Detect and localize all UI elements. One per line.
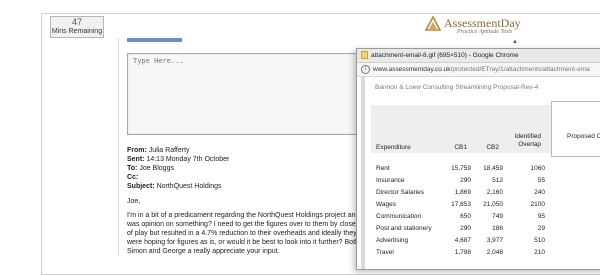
attachment-sheet: Bannon & Loew Consulting Streamlining Pr…	[365, 77, 600, 269]
cell-cb1: 15,759	[451, 165, 471, 172]
assessmentday-logo: AssessmentDay Practice Aptitude Tests	[425, 15, 525, 37]
from-label: From:	[127, 147, 147, 154]
cell-expenditure: Travel	[376, 249, 394, 256]
cell-expenditure: Insurance	[376, 177, 405, 184]
popup-title-bar[interactable]: attachment-email-8.gif (695×510) - Googl…	[357, 49, 600, 63]
cell-cb1: 1,798	[454, 249, 471, 256]
table-row: Insurance 290 512 55	[371, 175, 600, 187]
email-paragraph: I'm in a bit of a predicament regarding …	[127, 212, 360, 255]
email-greeting: Joe,	[127, 198, 141, 205]
col-expenditure: Expenditure	[376, 144, 411, 151]
to-label: To:	[127, 165, 138, 172]
cell-expenditure: Post and stationery	[376, 225, 432, 232]
col-cb2: CB2	[486, 144, 499, 151]
cell-cb1: 17,853	[451, 201, 471, 208]
table-row: Communication 650 749 95	[371, 211, 600, 223]
table-row: Post and stationery 290 186 29	[371, 223, 600, 235]
table-header-highlight	[551, 101, 600, 157]
active-tab-indicator[interactable]	[127, 38, 182, 42]
cell-overlap: 240	[534, 189, 545, 196]
col-identified-overlap: Identified Overlap	[514, 133, 541, 148]
cell-expenditure: Rent	[376, 165, 390, 172]
to-value: Joe Bloggs	[139, 165, 174, 172]
logo-pyramid-icon	[425, 16, 441, 31]
from-value: Julia Rafferty	[148, 147, 190, 154]
url-path: /protected/ETray/1/attachments/attachmen…	[450, 66, 590, 73]
cell-overlap: 2100	[530, 201, 545, 208]
timer-label: Mins Remaining	[51, 28, 103, 35]
cell-expenditure: Wages	[376, 201, 396, 208]
logo-tagline: Practice Aptitude Tests	[457, 29, 513, 35]
subject-value: NorthQuest Holdings	[156, 183, 222, 190]
cell-cb2: 512	[492, 177, 503, 184]
cell-cb1: 1,869	[454, 189, 471, 196]
cell-cb2: 21,050	[483, 201, 503, 208]
cell-expenditure: Advertising	[376, 237, 409, 244]
email-body: Joe, I'm in a bit of a predicament regar…	[127, 197, 362, 261]
cell-overlap: 55	[537, 177, 545, 184]
email-header: From: Julia Rafferty Sent: 14:13 Monday …	[127, 146, 367, 191]
col-cb1: CB1	[454, 144, 467, 151]
table-row: Advertising 4,687 3,977 510	[371, 235, 600, 247]
file-icon	[361, 51, 368, 60]
scroll-up-icon[interactable]: ▲	[511, 38, 519, 46]
timer-value: 47	[71, 17, 82, 27]
url-host: www.assessmentday.co.uk	[373, 66, 451, 73]
popup-address-bar[interactable]: i www.assessmentday.co.uk/protected/ETray…	[357, 63, 600, 77]
table-row: Wages 17,853 21,050 2100	[371, 199, 600, 211]
cell-overlap: 510	[534, 237, 545, 244]
table-row: Rent 15,759 18,459 1060	[371, 163, 600, 175]
sent-value: 14:13 Monday 7th October	[146, 156, 230, 163]
timer-badge: 47 Mins Remaining	[50, 16, 104, 38]
cell-cb1: 290	[460, 225, 471, 232]
cell-cb2: 186	[492, 225, 503, 232]
cell-cb2: 18,459	[483, 165, 503, 172]
cell-cb1: 650	[460, 213, 471, 220]
content-divider	[118, 38, 119, 256]
cell-cb1: 290	[460, 177, 471, 184]
doc-title: Bannon & Loew Consulting Streamlining Pr…	[375, 84, 539, 91]
popup-title-text: attachment-email-8.gif (695×510) - Googl…	[371, 52, 519, 59]
cell-overlap: 29	[537, 225, 545, 232]
cell-expenditure: Communication	[376, 213, 422, 220]
attachment-image: Bannon & Loew Consulting Streamlining Pr…	[361, 77, 600, 269]
cell-overlap: 95	[537, 213, 545, 220]
cell-cb2: 2,160	[486, 189, 503, 196]
cc-label: Cc:	[127, 174, 139, 181]
info-icon[interactable]: i	[361, 64, 370, 74]
cell-overlap: 210	[534, 249, 545, 256]
cell-expenditure: Director Salaries	[376, 189, 425, 196]
cell-overlap: 1060	[530, 165, 545, 172]
table-row: Travel 1,798 2,048 210	[371, 247, 600, 259]
subject-label: Subject:	[127, 183, 155, 190]
cell-cb1: 4,687	[454, 237, 471, 244]
chrome-popup-window[interactable]: attachment-email-8.gif (695×510) - Googl…	[356, 48, 600, 270]
sent-label: Sent:	[127, 156, 145, 163]
table-row: Director Salaries 1,869 2,160 240	[371, 187, 600, 199]
cell-cb2: 2,048	[486, 249, 503, 256]
col-proposed-overlap: Proposed Ov Strea	[567, 133, 600, 140]
cell-cb2: 3,977	[486, 237, 503, 244]
cell-cb2: 749	[492, 213, 503, 220]
